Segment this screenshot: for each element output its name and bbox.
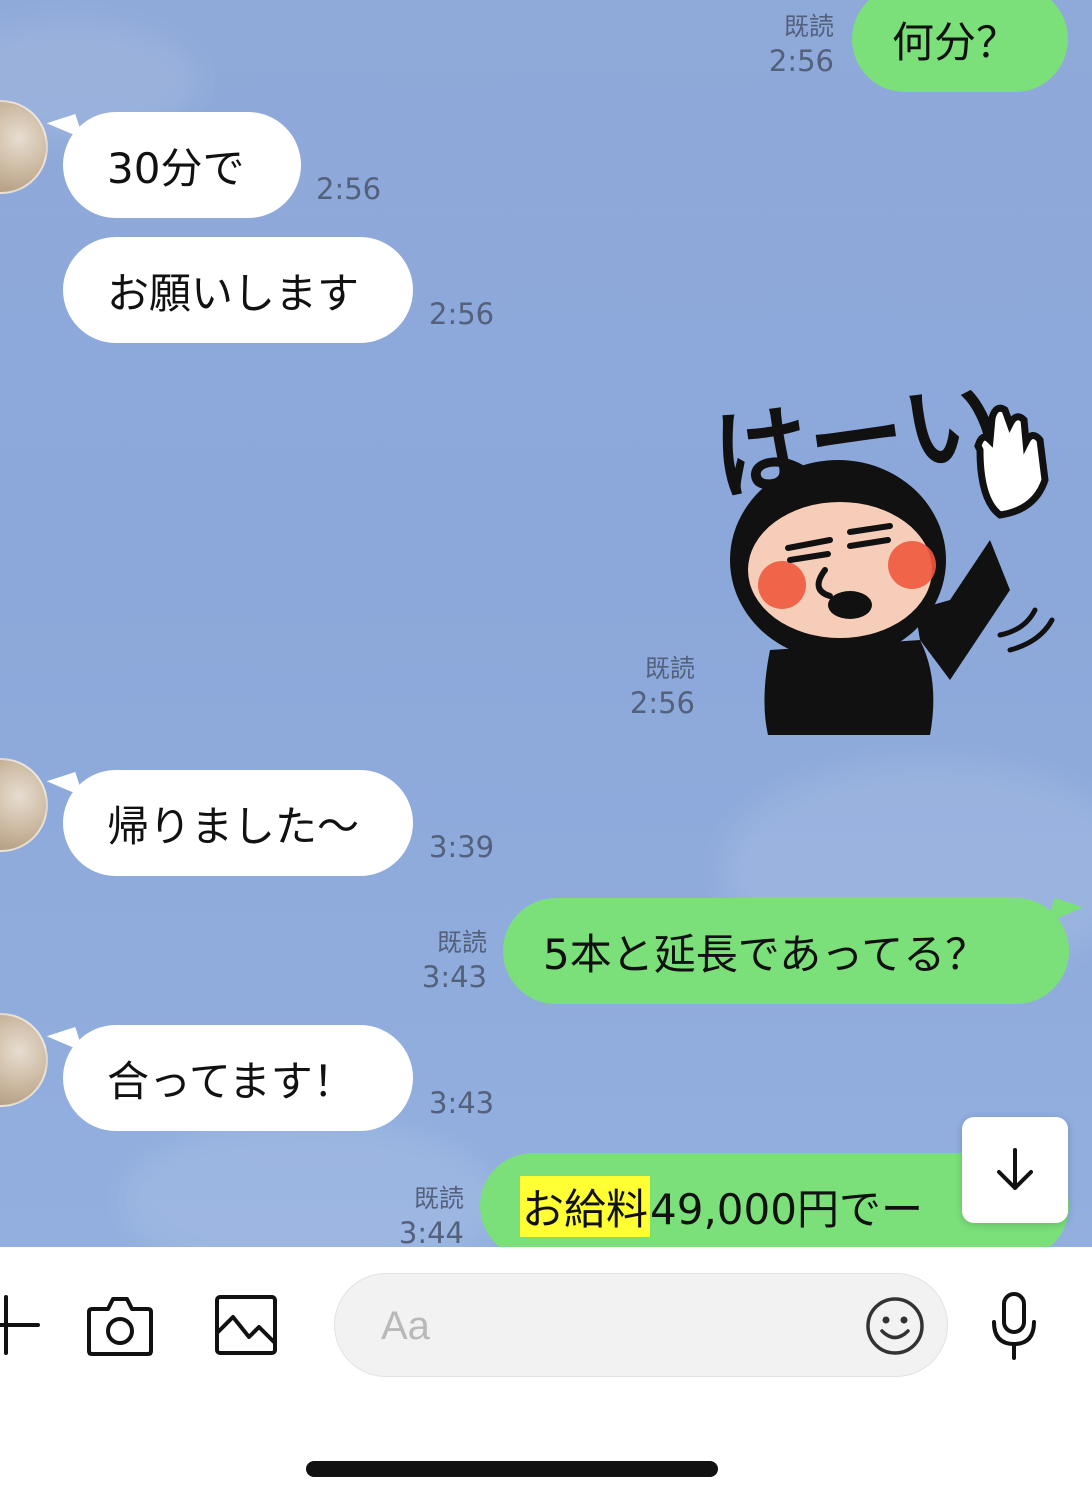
home-indicator <box>306 1461 718 1477</box>
message-text: 帰りました〜 <box>107 801 360 851</box>
highlighted-text: お給料 <box>520 1175 651 1237</box>
message-meta: 既読 2:56 <box>769 10 834 78</box>
message-time: 2:56 <box>316 172 382 206</box>
message-text: 49,000円でー <box>650 1184 923 1234</box>
message-input[interactable] <box>379 1274 843 1378</box>
read-receipt: 既読 <box>783 12 834 41</box>
incoming-message-bubble[interactable]: 帰りました〜 <box>63 770 413 876</box>
message-time: 3:43 <box>421 960 487 994</box>
incoming-message-bubble[interactable]: お願いします <box>63 237 413 343</box>
message-time: 3:44 <box>398 1216 464 1247</box>
arrow-down-icon <box>997 1148 1033 1190</box>
plus-icon <box>0 1295 40 1355</box>
message-time: 3:43 <box>429 1086 495 1120</box>
chat-area[interactable]: 既読 2:56 何分？ 30分で 2:56 お願いします 2:56 既読 2:5… <box>0 0 1092 1247</box>
plus-button[interactable] <box>0 1293 40 1357</box>
message-meta: 既読 2:56 <box>630 652 695 720</box>
image-icon <box>215 1295 277 1355</box>
contact-avatar[interactable] <box>0 758 48 852</box>
message-text: 5本と延長であってる？ <box>543 929 988 979</box>
outgoing-message-bubble[interactable]: 5本と延長であってる？ <box>503 898 1069 1004</box>
scroll-to-bottom-button[interactable] <box>962 1117 1068 1223</box>
image-button[interactable] <box>213 1293 279 1357</box>
message-meta: 既読 3:44 <box>399 1182 464 1247</box>
message-text: お願いします <box>107 268 360 318</box>
outgoing-message-bubble[interactable]: 何分？ <box>852 0 1068 92</box>
message-time: 2:56 <box>429 297 495 331</box>
read-receipt: 既読 <box>644 654 695 683</box>
camera-button[interactable] <box>86 1293 154 1357</box>
read-receipt: 既読 <box>413 1184 464 1213</box>
camera-icon <box>87 1297 153 1356</box>
message-text: 30分で <box>107 143 245 193</box>
emoji-button[interactable] <box>865 1296 925 1356</box>
incoming-message-bubble[interactable]: 30分で <box>63 112 301 218</box>
emoji-icon <box>866 1297 924 1355</box>
microphone-icon <box>992 1292 1036 1360</box>
waving-character-sticker[interactable]: はーい <box>700 380 1070 735</box>
message-time: 2:56 <box>629 686 695 720</box>
incoming-message-bubble[interactable]: 合ってます！ <box>63 1025 413 1131</box>
message-meta: 既読 3:43 <box>422 926 487 994</box>
message-text: 合ってます！ <box>107 1056 355 1106</box>
message-time: 3:39 <box>429 830 495 864</box>
read-receipt: 既読 <box>436 928 487 957</box>
message-text: 何分？ <box>892 17 1019 67</box>
microphone-button[interactable] <box>986 1290 1042 1362</box>
message-time: 2:56 <box>768 44 834 78</box>
message-input-wrapper <box>334 1273 948 1378</box>
contact-avatar[interactable] <box>0 1013 48 1107</box>
